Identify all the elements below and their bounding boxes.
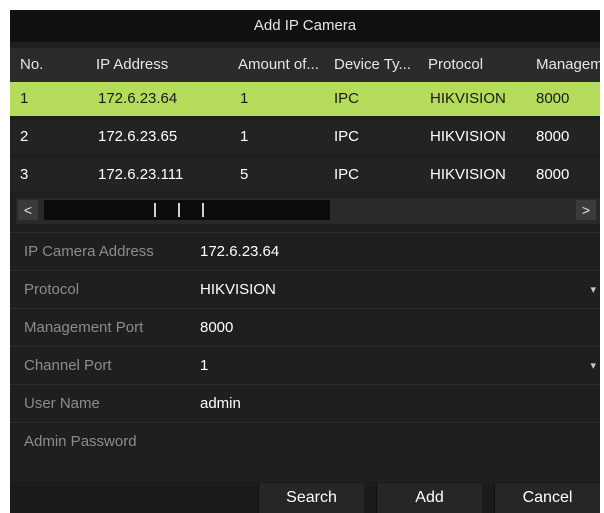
add-ip-camera-dialog: Add IP Camera No. IP Address Amount of..…: [10, 10, 600, 513]
horizontal-scrollbar[interactable]: < >: [16, 198, 600, 224]
row-amount: 5: [240, 166, 249, 183]
row-no: 3: [20, 166, 29, 183]
protocol-label: Protocol: [24, 281, 80, 298]
ip-camera-address-row: IP Camera Address 172.6.23.64: [10, 232, 600, 271]
scroll-left-icon[interactable]: <: [18, 200, 38, 220]
row-amount: 1: [240, 90, 249, 107]
column-header-device-type[interactable]: Device Ty...: [334, 48, 426, 82]
channel-port-dropdown[interactable]: [198, 351, 596, 381]
row-device-type: IPC: [334, 128, 360, 145]
row-management-port: 8000: [536, 90, 570, 107]
protocol-row: Protocol HIKVISION ▾: [10, 270, 600, 309]
management-port-label: Management Port: [24, 319, 144, 336]
admin-password-label: Admin Password: [24, 433, 137, 450]
ip-camera-address-field[interactable]: 172.6.23.64: [200, 233, 279, 271]
row-protocol: HIKVISION: [430, 166, 506, 183]
management-port-field[interactable]: 8000: [200, 309, 233, 347]
row-no: 1: [20, 90, 29, 107]
scroll-right-icon[interactable]: >: [576, 200, 596, 220]
chevron-down-icon[interactable]: ▾: [590, 284, 596, 296]
row-amount: 1: [240, 128, 249, 145]
channel-port-value: 1: [200, 357, 209, 374]
button-bar: Search Add Cancel: [10, 482, 600, 513]
table-header: No. IP Address Amount of... Device Ty...…: [10, 48, 600, 82]
user-name-label: User Name: [24, 395, 100, 412]
admin-password-row: Admin Password: [10, 422, 600, 461]
grip-line-icon: [202, 203, 204, 217]
admin-password-field[interactable]: [198, 427, 596, 457]
add-button[interactable]: Add: [376, 483, 482, 513]
column-header-ip-address[interactable]: IP Address: [96, 48, 236, 82]
user-name-field[interactable]: admin: [200, 385, 241, 423]
grip-line-icon: [178, 203, 180, 217]
column-header-amount[interactable]: Amount of...: [238, 48, 334, 82]
row-protocol: HIKVISION: [430, 90, 506, 107]
protocol-value: HIKVISION: [200, 281, 276, 298]
row-device-type: IPC: [334, 90, 360, 107]
table-row[interactable]: 3 172.6.23.111 5 IPC HIKVISION 8000: [10, 158, 600, 192]
row-protocol: HIKVISION: [430, 128, 506, 145]
column-header-no[interactable]: No.: [20, 48, 90, 82]
table-row[interactable]: 1 172.6.23.64 1 IPC HIKVISION 8000: [10, 82, 600, 116]
row-device-type: IPC: [334, 166, 360, 183]
row-ip-address: 172.6.23.64: [98, 90, 178, 107]
management-port-row: Management Port 8000: [10, 308, 600, 347]
cancel-button[interactable]: Cancel: [494, 483, 600, 513]
search-button[interactable]: Search: [258, 483, 364, 513]
row-ip-address: 172.6.23.111: [98, 166, 184, 183]
row-no: 2: [20, 128, 29, 145]
chevron-down-icon[interactable]: ▾: [590, 360, 596, 372]
scrollbar-thumb[interactable]: [44, 200, 330, 220]
channel-port-label: Channel Port: [24, 357, 112, 374]
channel-port-row: Channel Port 1 ▾: [10, 346, 600, 385]
grip-line-icon: [154, 203, 156, 217]
table-row[interactable]: 2 172.6.23.65 1 IPC HIKVISION 8000: [10, 120, 600, 154]
row-management-port: 8000: [536, 166, 570, 183]
row-ip-address: 172.6.23.65: [98, 128, 178, 145]
user-name-row: User Name admin: [10, 384, 600, 423]
dialog-title: Add IP Camera: [10, 10, 600, 42]
column-header-management-port[interactable]: Managem: [536, 48, 600, 82]
column-header-protocol[interactable]: Protocol: [428, 48, 528, 82]
row-management-port: 8000: [536, 128, 570, 145]
ip-camera-address-label: IP Camera Address: [24, 243, 154, 260]
